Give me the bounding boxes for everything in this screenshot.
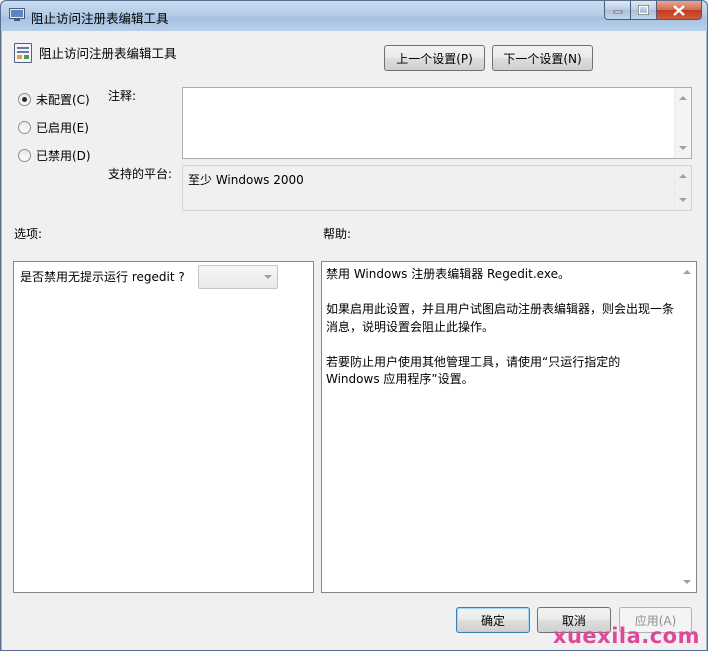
previous-setting-button[interactable]: 上一个设置(P) <box>384 45 485 71</box>
scroll-down-arrow-icon[interactable] <box>683 580 691 584</box>
chevron-down-icon <box>264 275 272 279</box>
comment-label: 注释: <box>108 89 137 103</box>
close-button[interactable] <box>657 1 702 20</box>
comment-scrollbar[interactable] <box>674 88 691 158</box>
title-bar[interactable]: 阻止访问注册表编辑工具 <box>1 1 707 31</box>
radio-enabled[interactable]: 已启用(E) <box>18 119 89 136</box>
scroll-up-arrow-icon[interactable] <box>679 174 687 178</box>
radio-label: 已启用(E) <box>36 121 89 135</box>
regedit-option-label: 是否禁用无提示运行 regedit ? <box>20 270 185 284</box>
policy-setting-icon <box>14 43 32 63</box>
platform-scrollbar[interactable] <box>674 166 691 210</box>
dialog-client-area: 阻止访问注册表编辑工具 上一个设置(P) 下一个设置(N) 未配置(C) 已启用… <box>2 31 706 650</box>
window-title: 阻止访问注册表编辑工具 <box>31 11 169 26</box>
maximize-button[interactable] <box>631 1 657 20</box>
radio-button[interactable] <box>18 121 31 134</box>
options-heading: 选项: <box>14 227 43 241</box>
minimize-button[interactable] <box>604 1 631 20</box>
scroll-up-arrow-icon[interactable] <box>679 96 687 100</box>
help-paragraph: 禁用 Windows 注册表编辑器 Regedit.exe。 <box>326 267 570 281</box>
site-watermark: xuexila.com <box>552 624 700 648</box>
radio-button[interactable] <box>18 149 31 162</box>
radio-button-selected[interactable] <box>18 93 31 106</box>
scroll-down-arrow-icon[interactable] <box>679 146 687 150</box>
close-icon <box>673 4 685 16</box>
radio-label: 已禁用(D) <box>36 149 91 163</box>
regedit-option-dropdown[interactable] <box>198 265 278 289</box>
help-text: 禁用 Windows 注册表编辑器 Regedit.exe。 如果启用此设置，并… <box>326 266 676 406</box>
policy-title: 阻止访问注册表编辑工具 <box>39 46 177 61</box>
help-paragraph: 若要防止用户使用其他管理工具，请使用“只运行指定的 Windows 应用程序”设… <box>326 354 621 387</box>
radio-label: 未配置(C) <box>36 93 90 107</box>
radio-not-configured[interactable]: 未配置(C) <box>18 91 90 108</box>
help-paragraph: 如果启用此设置，并且用户试图启动注册表编辑器，则会出现一条消息，说明设置会阻止此… <box>326 302 675 334</box>
platform-value: 至少 Windows 2000 <box>188 173 304 187</box>
radio-disabled[interactable]: 已禁用(D) <box>18 147 91 164</box>
scroll-up-arrow-icon[interactable] <box>683 270 691 274</box>
scroll-down-arrow-icon[interactable] <box>679 198 687 202</box>
help-panel: 禁用 Windows 注册表编辑器 Regedit.exe。 如果启用此设置，并… <box>321 261 697 593</box>
next-setting-button[interactable]: 下一个设置(N) <box>492 45 593 71</box>
help-heading: 帮助: <box>323 227 352 241</box>
caption-buttons <box>604 1 702 21</box>
maximize-icon <box>638 5 649 15</box>
minimize-icon <box>613 10 622 14</box>
platform-label: 支持的平台: <box>108 167 173 181</box>
ok-button[interactable]: 确定 <box>456 607 530 633</box>
help-scrollbar[interactable] <box>679 262 696 592</box>
platform-box: 至少 Windows 2000 <box>182 165 692 211</box>
dialog-window: 阻止访问注册表编辑工具 阻止访问注册表编辑工具 上一个设置(P) 下一个设置(N… <box>0 0 708 651</box>
comment-textarea[interactable] <box>182 87 692 159</box>
options-panel: 是否禁用无提示运行 regedit ? <box>13 261 314 593</box>
policy-editor-icon <box>9 8 25 21</box>
